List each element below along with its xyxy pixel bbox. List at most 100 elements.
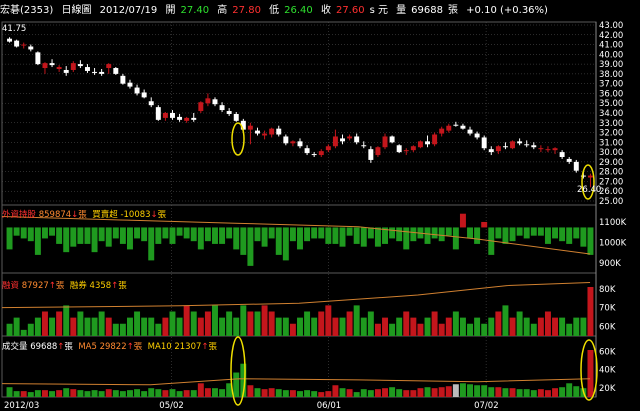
foreign-bar <box>552 227 559 239</box>
stock-chart: 宏碁(2353) 日線圖 2012/07/19 開 27.40 高 27.80 低2… <box>0 0 640 411</box>
margin-bar <box>141 317 148 336</box>
price-tick-label: 42.00 <box>599 31 623 41</box>
candle-body <box>446 125 452 131</box>
volume-bar <box>70 389 77 397</box>
foreign-bar <box>431 227 438 239</box>
margin-bar <box>233 317 240 336</box>
candle-body <box>410 146 416 151</box>
foreign-bar <box>367 227 374 239</box>
candle-body <box>502 146 508 148</box>
volume-panel-legend: 成交量 69688↑張 MA5 29822↑張 MA10 21307↑張 <box>2 342 218 352</box>
candle-body <box>162 113 168 118</box>
margin-bar <box>502 305 509 336</box>
candle-body <box>524 144 530 146</box>
foreign-bar <box>544 227 551 244</box>
candle-body <box>155 107 161 120</box>
margin-bar <box>318 311 325 336</box>
volume-bar <box>424 387 431 397</box>
volume-bar <box>488 387 495 397</box>
margin-bar <box>573 317 580 336</box>
margin-bar <box>481 323 488 336</box>
margin-bar <box>410 317 417 336</box>
date-tick-label: 06/01 <box>317 401 342 411</box>
foreign-bar <box>424 227 431 244</box>
foreign-bar <box>63 227 70 253</box>
price-tick-label: 29.00 <box>599 158 623 168</box>
foreign-bar <box>318 227 325 239</box>
margin-bar <box>204 311 211 336</box>
foreign-bar <box>559 227 566 242</box>
volume-tick-label: 60K <box>599 347 616 357</box>
volume-bar <box>509 388 516 397</box>
candle-body <box>269 128 275 135</box>
foreign-bar <box>112 227 119 239</box>
volume-bar <box>162 390 169 397</box>
candle-body <box>361 145 367 147</box>
margin-bar <box>353 305 360 336</box>
volume-bar <box>438 387 445 397</box>
foreign-bar <box>403 227 410 250</box>
margin-bar <box>162 317 169 336</box>
foreign-bar <box>20 227 27 239</box>
volume-bar <box>481 385 488 397</box>
candle-body <box>247 125 253 130</box>
margin-bar <box>552 317 559 336</box>
candle-body <box>396 145 402 153</box>
candle-body <box>127 82 133 87</box>
foreign-tick-label: 900K <box>599 259 621 269</box>
candle-body <box>70 63 76 70</box>
low-annotation: 26.40 <box>577 185 602 195</box>
volume-bar <box>587 350 594 397</box>
volume-bar <box>247 385 254 397</box>
margin-bar <box>431 311 438 336</box>
price-tick-label: 27.00 <box>599 177 623 187</box>
volume-bar <box>396 389 403 397</box>
foreign-bar <box>105 227 112 247</box>
margin-bar <box>41 311 48 336</box>
volume-bar <box>289 390 296 397</box>
margin-bar <box>197 317 204 336</box>
date-tick-label: 05/02 <box>159 401 184 411</box>
candle-body <box>531 145 537 148</box>
candle-body <box>290 141 296 144</box>
candle-body <box>205 98 211 104</box>
margin-bar <box>438 323 445 336</box>
margin-bar <box>268 311 275 336</box>
foreign-bar <box>396 227 403 242</box>
candle-body <box>389 136 395 143</box>
foreign-bar <box>268 227 275 239</box>
foreign-bar <box>502 227 509 244</box>
margin-bar <box>297 317 303 336</box>
highlight-circle <box>231 122 245 156</box>
margin-bar <box>176 317 183 336</box>
volume-bar <box>148 388 155 397</box>
candle-body <box>134 87 140 94</box>
price-tick-label: 31.00 <box>599 138 623 148</box>
candle-body <box>106 64 112 69</box>
candle-body <box>255 130 260 134</box>
price-tick-label: 33.00 <box>599 119 623 129</box>
candle-body <box>99 71 105 74</box>
candle-body <box>212 99 218 105</box>
margin-bar <box>474 317 481 336</box>
candle-body <box>403 150 409 152</box>
margin-bar <box>530 323 537 336</box>
margin-bar <box>417 323 424 336</box>
volume-bar <box>49 391 56 397</box>
candle-body <box>332 136 338 147</box>
foreign-bar <box>49 227 56 236</box>
candle-body <box>432 134 438 145</box>
margin-panel-legend: 融資 87927↑張 融券 4358↑張 <box>2 281 127 291</box>
volume-bar <box>304 390 311 397</box>
foreign-bar <box>127 227 133 250</box>
candle-body <box>219 105 225 111</box>
margin-bar <box>339 317 346 336</box>
volume-bar <box>417 388 424 397</box>
candle-body <box>552 148 558 151</box>
candle-body <box>481 137 487 149</box>
volume-bar <box>6 387 13 397</box>
volume-bar <box>374 389 381 397</box>
margin-bar <box>247 311 254 336</box>
volume-bar <box>127 390 133 397</box>
margin-bar <box>304 311 311 336</box>
